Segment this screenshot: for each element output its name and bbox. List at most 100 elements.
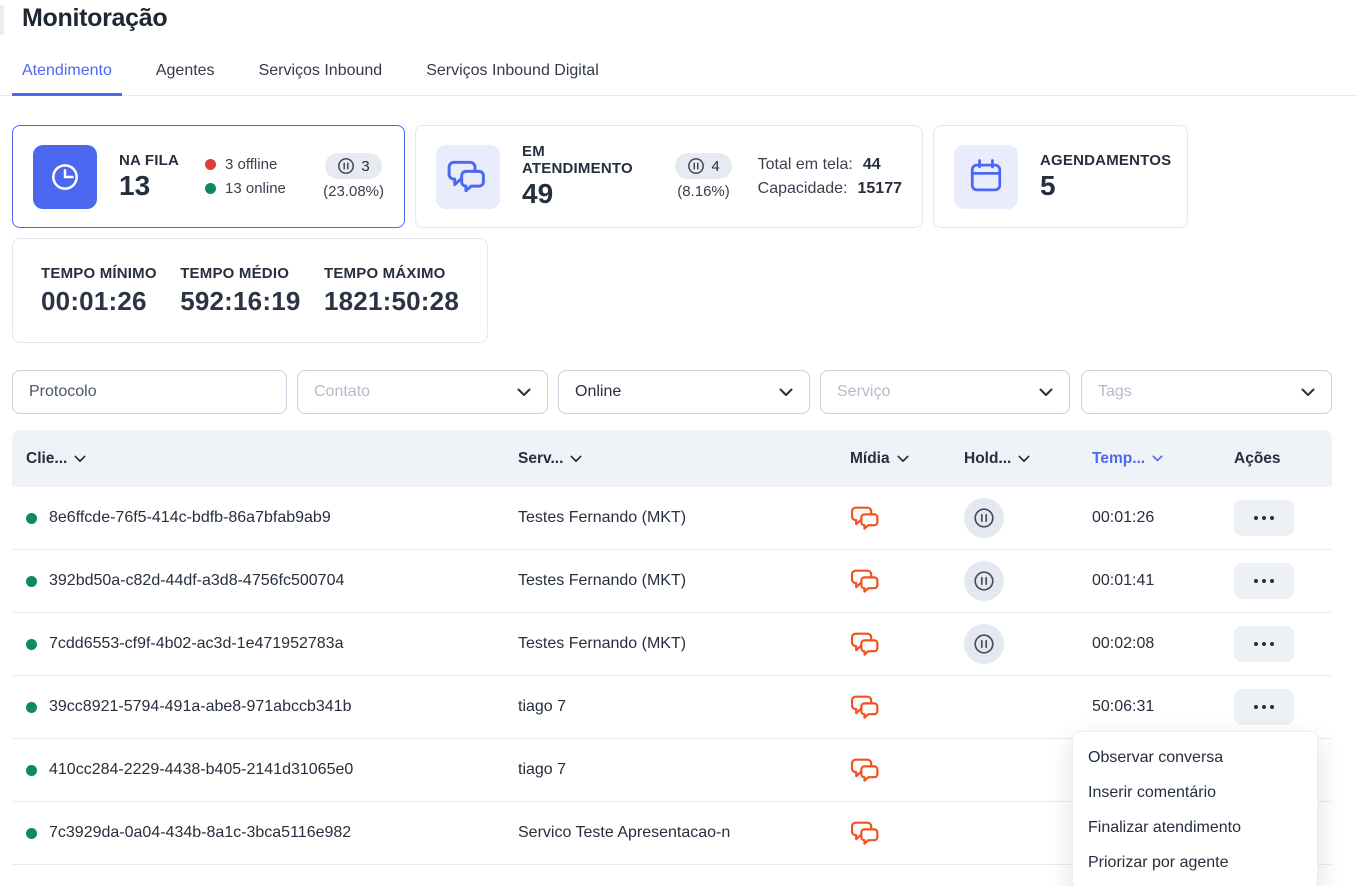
menu-item-priorizar-por-agente[interactable]: Priorizar por agente [1073, 845, 1317, 880]
wait-time: 00:01:41 [1092, 572, 1234, 590]
pause-percent: (23.08%) [323, 183, 384, 200]
tab-atendimento[interactable]: Atendimento [12, 54, 122, 96]
tempo-minimo-value: 00:01:26 [41, 286, 157, 317]
chevron-down-icon [1039, 388, 1053, 397]
chat-media-icon [850, 692, 882, 723]
page-title: Monitoração [22, 4, 167, 33]
chat-media-icon [850, 755, 882, 786]
chat-media-icon [850, 503, 882, 534]
pause-count: 4 [711, 158, 719, 175]
tab-agentes[interactable]: Agentes [146, 54, 225, 96]
online-status-dot [26, 765, 37, 776]
capacity-value: 15177 [858, 180, 903, 198]
card-em-atendimento[interactable]: EM ATENDIMENTO 49 4 (8.16%) Total em tel… [415, 125, 923, 228]
header-midia[interactable]: Mídia [850, 450, 964, 468]
tab-servicos-inbound-digital[interactable]: Serviços Inbound Digital [416, 54, 609, 96]
card-agendamentos[interactable]: AGENDAMENTOS 5 [933, 125, 1188, 228]
chat-media-icon [850, 566, 882, 597]
wait-time: 50:06:31 [1092, 698, 1234, 716]
header-servico[interactable]: Serv... [518, 450, 850, 468]
menu-item-observar-conversa[interactable]: Observar conversa [1073, 740, 1317, 775]
service-name: Testes Fernando (MKT) [518, 635, 850, 653]
tab-servicos-inbound[interactable]: Serviços Inbound [249, 54, 393, 96]
online-status-dot [26, 576, 37, 587]
table-row[interactable]: 392bd50a-c82d-44df-a3d8-4756fc500704 Tes… [12, 550, 1332, 613]
row-actions-button[interactable] [1234, 626, 1294, 662]
service-name: Servico Teste Apresentacao-n [518, 824, 850, 842]
contato-placeholder: Contato [314, 383, 517, 401]
servico-select[interactable]: Serviço [820, 370, 1070, 414]
table-header: Clie... Serv... Mídia Hold... Temp... Aç… [12, 430, 1332, 487]
service-name: Testes Fernando (MKT) [518, 572, 850, 590]
chat-media-icon [850, 818, 882, 849]
servico-placeholder: Serviço [837, 383, 1039, 401]
filter-bar: Contato Online Serviço Tags [0, 370, 1357, 414]
pause-badge: 3 [325, 153, 381, 179]
card-tempos: TEMPO MÍNIMO 00:01:26 TEMPO MÉDIO 592:16… [12, 238, 488, 343]
client-id: 410cc284-2229-4438-b405-2141d31065e0 [49, 761, 353, 779]
pause-circle-icon [687, 157, 705, 175]
wait-time: 00:02:08 [1092, 635, 1234, 653]
table-row[interactable]: 39cc8921-5794-491a-abe8-971abccb341b tia… [12, 676, 1332, 739]
tempo-medio-value: 592:16:19 [180, 286, 300, 317]
status-select[interactable]: Online [558, 370, 810, 414]
hold-pause-icon[interactable] [964, 498, 1004, 538]
tempo-maximo-value: 1821:50:28 [324, 286, 459, 317]
tempo-medio-label: TEMPO MÉDIO [180, 265, 300, 282]
chevron-down-icon [570, 455, 582, 463]
tab-bar: Atendimento Agentes Serviços Inbound Ser… [0, 54, 1357, 96]
tags-placeholder: Tags [1098, 383, 1301, 401]
capacity-label: Capacidade: [758, 180, 848, 198]
tags-select[interactable]: Tags [1081, 370, 1332, 414]
card-na-fila[interactable]: NA FILA 13 3 offline 13 online 3 [12, 125, 405, 228]
row-actions-button[interactable] [1234, 500, 1294, 536]
client-id: 392bd50a-c82d-44df-a3d8-4756fc500704 [49, 572, 344, 590]
service-name: Testes Fernando (MKT) [518, 509, 850, 527]
online-status-dot [26, 639, 37, 650]
tempo-minimo-label: TEMPO MÍNIMO [41, 265, 157, 282]
monitoring-page: Monitoração Atendimento Agentes Serviços… [0, 0, 1357, 886]
hold-pause-icon[interactable] [964, 561, 1004, 601]
tempo-maximo-label: TEMPO MÁXIMO [324, 265, 459, 282]
total-on-screen-value: 44 [863, 156, 881, 174]
menu-item-finalizar-atendimento[interactable]: Finalizar atendimento [1073, 810, 1317, 845]
protocolo-input-wrap [12, 370, 287, 414]
client-id: 39cc8921-5794-491a-abe8-971abccb341b [49, 698, 351, 716]
hold-pause-icon[interactable] [964, 624, 1004, 664]
pause-badge: 4 [675, 153, 731, 179]
calendar-icon [954, 145, 1018, 209]
client-id: 7c3929da-0a04-434b-8a1c-3bca5116e982 [49, 824, 351, 842]
window-edge-fragment [0, 5, 4, 35]
chat-bubbles-icon [436, 145, 500, 209]
online-count: 13 online [225, 180, 286, 197]
table-row[interactable]: 7cdd6553-cf9f-4b02-ac3d-1e471952783a Tes… [12, 613, 1332, 676]
chevron-down-icon [1152, 455, 1163, 462]
row-actions-button[interactable] [1234, 563, 1294, 599]
client-id: 7cdd6553-cf9f-4b02-ac3d-1e471952783a [49, 635, 343, 653]
chevron-down-icon [517, 388, 531, 397]
chevron-down-icon [74, 455, 86, 463]
row-actions-button[interactable] [1234, 689, 1294, 725]
agendamentos-label: AGENDAMENTOS [1040, 152, 1171, 169]
online-status-dot [26, 702, 37, 713]
contato-select[interactable]: Contato [297, 370, 548, 414]
protocolo-input[interactable] [29, 383, 270, 401]
menu-item-inserir-comentario[interactable]: Inserir comentário [1073, 775, 1317, 810]
chevron-down-icon [1018, 455, 1030, 463]
header-hold[interactable]: Hold... [964, 450, 1092, 468]
chat-media-icon [850, 629, 882, 660]
em-atendimento-label: EM ATENDIMENTO [522, 143, 635, 177]
pause-percent: (8.16%) [677, 183, 730, 200]
table-row[interactable]: 8e6ffcde-76f5-414c-bdfb-86a7bfab9ab9 Tes… [12, 487, 1332, 550]
header-acoes: Ações [1234, 450, 1332, 468]
na-fila-value: 13 [119, 171, 179, 202]
capacity-summary: Total em tela: 44 Capacidade: 15177 [758, 156, 902, 198]
offline-dot-icon [205, 159, 216, 170]
client-id: 8e6ffcde-76f5-414c-bdfb-86a7bfab9ab9 [49, 509, 331, 527]
header-tempo[interactable]: Temp... [1092, 450, 1234, 468]
chevron-down-icon [1301, 388, 1315, 397]
row-actions-context-menu: Observar conversa Inserir comentário Fin… [1072, 731, 1318, 886]
agendamentos-value: 5 [1040, 171, 1171, 202]
header-cliente[interactable]: Clie... [26, 450, 86, 468]
clock-icon [33, 145, 97, 209]
